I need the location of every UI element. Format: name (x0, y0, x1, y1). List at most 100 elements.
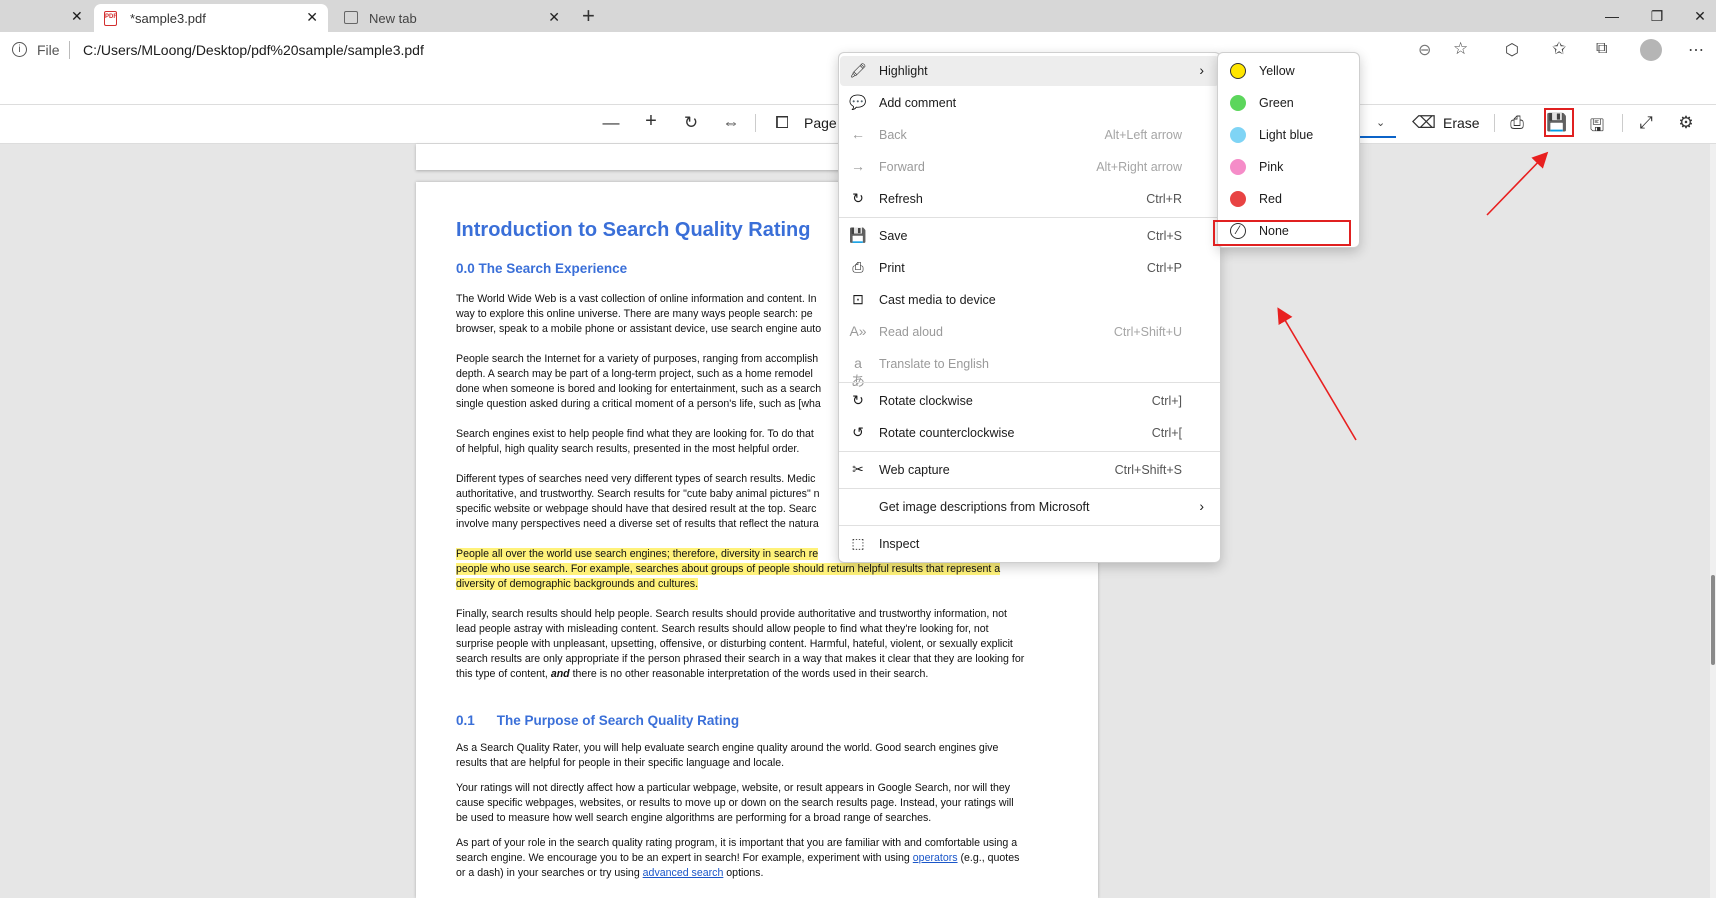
toolbar-divider (755, 114, 756, 132)
menu-shortcut: Ctrl+] (1151, 394, 1182, 408)
none-option-annotation-box (1213, 220, 1351, 246)
menu-item-label: Rotate clockwise (879, 394, 973, 408)
menu-item-forward[interactable]: → Forward Alt+Right arrow (839, 152, 1220, 182)
menu-item-rotate-counterclockwise[interactable]: ↺ Rotate counterclockwise Ctrl+[ (839, 418, 1220, 448)
restore-icon[interactable]: ❐ (1637, 4, 1677, 28)
fit-width-icon[interactable]: ⇔ (719, 113, 743, 133)
menu-shortcut: Alt+Left arrow (1104, 128, 1182, 142)
new-tab-plus-icon[interactable]: + (582, 3, 595, 29)
close-window-icon[interactable]: ✕ (1680, 4, 1716, 28)
menu-item-inspect[interactable]: ⬚ Inspect (839, 529, 1220, 559)
advanced-search-link[interactable]: advanced search (643, 867, 724, 879)
back-arrow-icon: ← (851, 126, 865, 142)
info-icon[interactable]: i (12, 42, 27, 57)
rotate-icon[interactable]: ↻ (679, 113, 703, 133)
menu-item-refresh[interactable]: ↻ Refresh Ctrl+R (839, 184, 1220, 214)
profile-avatar[interactable] (1640, 39, 1662, 61)
print-icon[interactable]: ⎙ (1505, 113, 1529, 133)
tab-new-tab[interactable]: New tab ✕ (334, 4, 568, 32)
arrow-to-save-icon (1486, 151, 1549, 216)
refresh-icon: ↻ (852, 190, 864, 206)
menu-item-rotate-clockwise[interactable]: ↻ Rotate clockwise Ctrl+] (839, 386, 1220, 416)
collections-icon[interactable]: ⧉ (1596, 40, 1607, 58)
color-label: Pink (1259, 160, 1284, 174)
zoom-out-icon[interactable]: — (599, 113, 623, 133)
menu-separator (839, 217, 1220, 218)
eraser-icon[interactable]: ⌫ (1412, 113, 1436, 133)
new-tab-page-icon (344, 11, 358, 24)
save-icon: 💾 (849, 227, 867, 243)
add-favorite-icon[interactable]: ☆ (1453, 39, 1468, 59)
tab-sample3-pdf[interactable]: PDF *sample3.pdf ✕ (94, 4, 328, 32)
menu-separator (839, 525, 1220, 526)
text-line: search results are only appropriate if t… (456, 653, 1025, 665)
text-line: people who use search. For example, sear… (456, 563, 1001, 575)
text-span: this type of content, (456, 668, 551, 680)
menu-shortcut: Ctrl+S (1146, 229, 1182, 243)
page-view-label[interactable]: Page (804, 115, 837, 131)
zoom-out-icon[interactable]: ⊖ (1418, 40, 1431, 60)
menu-item-highlight[interactable]: 🖍 Highlight › (839, 56, 1220, 86)
menu-item-translate[interactable]: aあ Translate to English (839, 349, 1220, 389)
menu-item-label: Read aloud (879, 325, 943, 339)
text-line: lead people astray with misleading conte… (456, 623, 989, 635)
chevron-down-icon[interactable]: ⌄ (1376, 116, 1385, 129)
color-option-red[interactable]: Red (1218, 184, 1359, 214)
text-line: As part of your role in the search quali… (456, 837, 1018, 849)
text-line: diversity of demographic backgrounds and… (456, 578, 699, 590)
arrow-to-none-option (1277, 307, 1357, 441)
url-input[interactable]: C:/Users/MLoong/Desktop/pdf%20sample/sam… (83, 42, 424, 58)
light-blue-swatch-icon (1230, 127, 1246, 143)
menu-item-label: Refresh (879, 192, 923, 206)
color-option-light-blue[interactable]: Light blue (1218, 120, 1359, 150)
menu-item-cast[interactable]: ⊡ Cast media to device (839, 285, 1220, 315)
fullscreen-icon[interactable]: ⤢ (1634, 113, 1658, 133)
menu-item-image-descriptions[interactable]: Get image descriptions from Microsoft › (839, 492, 1220, 522)
comment-icon: 💬 (849, 94, 867, 110)
menu-item-web-capture[interactable]: ✂ Web capture Ctrl+Shift+S (839, 455, 1220, 485)
page-view-icon[interactable]: ⧠ (770, 113, 794, 133)
close-tab-icon[interactable]: ✕ (71, 8, 83, 25)
text-line: search engine. We encourage you to be an… (456, 851, 1056, 866)
text-span: search engine. We encourage you to be an… (456, 852, 913, 864)
menu-item-label: Save (879, 229, 908, 243)
paragraph: As a Search Quality Rater, you will help… (456, 741, 1056, 771)
color-option-yellow[interactable]: Yellow (1218, 56, 1359, 86)
color-label: Yellow (1259, 64, 1295, 78)
paragraph: As part of your role in the search quali… (456, 836, 1056, 881)
highlighter-icon: 🖍 (849, 62, 867, 78)
color-option-pink[interactable]: Pink (1218, 152, 1359, 182)
scrollbar-thumb[interactable] (1711, 575, 1715, 665)
menu-item-label: Print (879, 261, 905, 275)
close-tab-icon[interactable]: ✕ (548, 9, 560, 26)
settings-gear-icon[interactable]: ⚙ (1674, 113, 1698, 133)
menu-shortcut: Alt+Right arrow (1096, 160, 1182, 174)
menu-shortcut: Ctrl+R (1146, 192, 1182, 206)
text-span: or a dash) in your searches or try using (456, 867, 643, 879)
menu-item-back[interactable]: ← Back Alt+Left arrow (839, 120, 1220, 150)
text-span: options. (723, 867, 764, 879)
menu-item-label: Translate to English (879, 357, 990, 371)
color-label: Green (1259, 96, 1294, 110)
operators-link[interactable]: operators (913, 852, 958, 864)
erase-label[interactable]: Erase (1443, 115, 1480, 131)
close-tab-icon[interactable]: ✕ (306, 9, 318, 26)
minimize-icon[interactable]: — (1592, 4, 1632, 28)
menu-item-read-aloud[interactable]: A» Read aloud Ctrl+Shift+U (839, 317, 1220, 347)
menu-item-print[interactable]: ⎙ Print Ctrl+P (839, 253, 1220, 283)
section-title: The Purpose of Search Quality Rating (496, 713, 740, 728)
menu-item-add-comment[interactable]: 💬 Add comment (839, 88, 1220, 118)
menu-item-save[interactable]: 💾 Save Ctrl+S (839, 221, 1220, 251)
text-line: be used to measure how well search engin… (456, 812, 932, 824)
color-option-green[interactable]: Green (1218, 88, 1359, 118)
extensions-icon[interactable]: ⬡ (1505, 40, 1519, 60)
address-scheme: File (37, 42, 60, 58)
text-line: or a dash) in your searches or try using… (456, 866, 1056, 881)
more-menu-icon[interactable]: ⋯ (1688, 40, 1704, 60)
zoom-in-icon[interactable]: + (639, 110, 663, 133)
address-divider (69, 41, 70, 59)
favorites-icon[interactable]: ✩ (1552, 39, 1566, 59)
save-as-icon[interactable]: 🖫 (1585, 113, 1609, 142)
scrollbar[interactable] (1710, 144, 1716, 898)
chevron-right-icon: › (1199, 498, 1204, 514)
